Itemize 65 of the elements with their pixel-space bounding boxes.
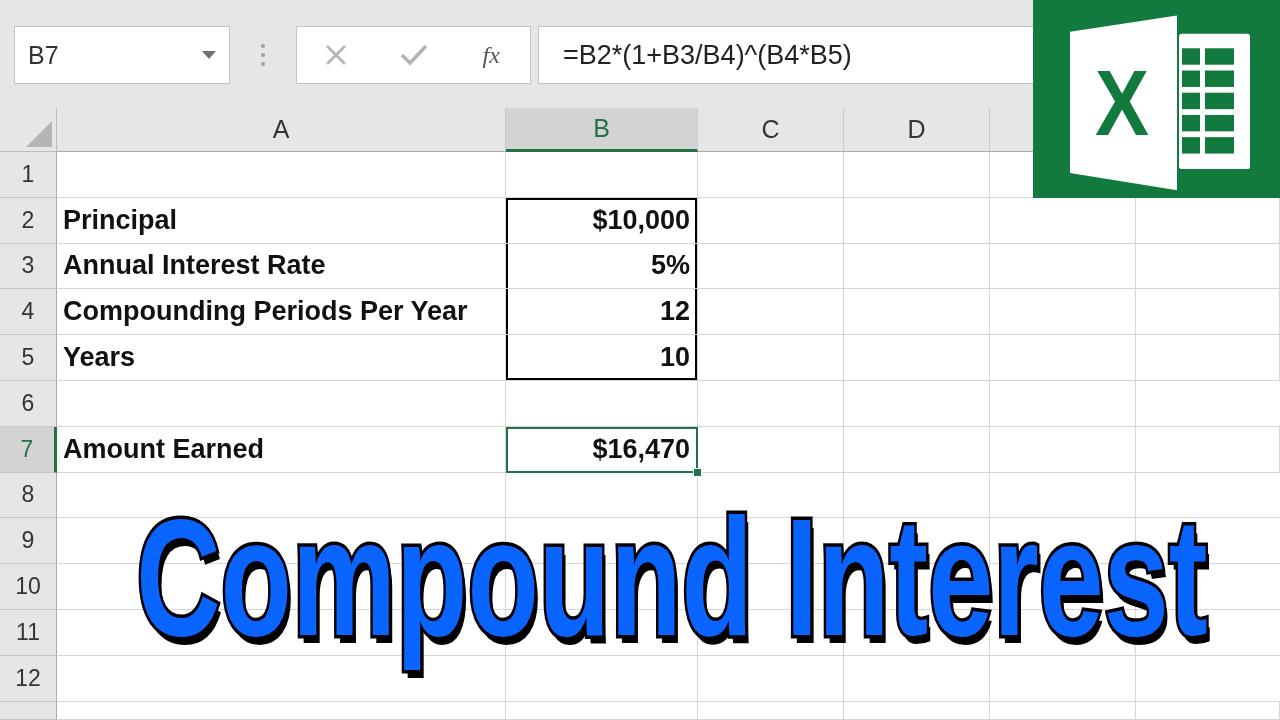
spreadsheet-cell[interactable] — [990, 289, 1136, 336]
spreadsheet-cell[interactable] — [990, 701, 1136, 720]
row-header[interactable]: 10 — [0, 564, 57, 610]
select-all-button[interactable] — [0, 108, 57, 152]
row-header[interactable]: 5 — [0, 335, 57, 381]
spreadsheet-cell[interactable] — [844, 197, 990, 244]
column-header[interactable] — [990, 108, 1033, 152]
row-header[interactable]: 6 — [0, 381, 57, 427]
spreadsheet-cell[interactable] — [1136, 335, 1280, 381]
spreadsheet-cell[interactable] — [57, 152, 506, 198]
spreadsheet-cell[interactable] — [506, 152, 698, 198]
caret-icon[interactable] — [202, 51, 216, 59]
spreadsheet-cell[interactable] — [698, 701, 844, 720]
spreadsheet-cell[interactable] — [698, 152, 844, 198]
spreadsheet-cell[interactable] — [844, 289, 990, 336]
spreadsheet-cell[interactable] — [698, 243, 844, 290]
spreadsheet-cell[interactable] — [1136, 426, 1280, 473]
row-header[interactable]: 11 — [0, 609, 57, 656]
spreadsheet-cell[interactable]: $16,470 — [506, 426, 698, 473]
spreadsheet-cell[interactable] — [844, 152, 990, 198]
spreadsheet-cell[interactable]: 5% — [506, 243, 698, 290]
spreadsheet-cell[interactable] — [57, 701, 506, 720]
function-button[interactable]: fx — [482, 41, 500, 69]
spreadsheet-cell[interactable]: $10,000 — [506, 197, 698, 244]
column-header[interactable]: D — [844, 108, 990, 152]
spreadsheet-cell[interactable]: Principal — [57, 197, 506, 244]
spreadsheet-cell[interactable] — [698, 335, 844, 381]
spreadsheet-cell[interactable]: Amount Earned — [57, 426, 506, 473]
spreadsheet-cell[interactable] — [1136, 701, 1280, 720]
spreadsheet-logo: X — [1033, 0, 1280, 198]
spreadsheet-cell[interactable] — [990, 335, 1136, 381]
row-header[interactable]: 3 — [0, 243, 57, 290]
spreadsheet-cell[interactable]: Years — [57, 335, 506, 381]
triangle-icon — [26, 121, 52, 147]
row-header[interactable]: 4 — [0, 289, 57, 336]
spreadsheet-cell[interactable]: Compounding Periods Per Year — [57, 289, 506, 336]
spreadsheet-cell[interactable] — [698, 289, 844, 336]
spreadsheet-cell[interactable] — [698, 197, 844, 244]
column-header[interactable]: A — [57, 108, 506, 152]
row-header[interactable]: 1 — [0, 152, 57, 198]
spreadsheet-cell[interactable]: 10 — [506, 335, 698, 381]
row-header[interactable]: 7 — [0, 426, 57, 473]
spreadsheet-cell[interactable]: Annual Interest Rate — [57, 243, 506, 290]
row-header[interactable]: 8 — [0, 472, 57, 519]
check-icon[interactable] — [399, 44, 428, 66]
row-header[interactable]: 9 — [0, 518, 57, 565]
formula-field[interactable]: =B2*(1+B3/B4)^(B4*B5) — [538, 26, 1033, 84]
column-header[interactable]: B — [506, 108, 698, 152]
name-box[interactable]: B7 — [14, 26, 230, 84]
row-header[interactable]: 12 — [0, 655, 57, 702]
spreadsheet-cell[interactable] — [1136, 289, 1280, 336]
fill-handle-icon[interactable] — [693, 467, 702, 477]
spreadsheet-cell[interactable] — [844, 426, 990, 473]
close-icon[interactable] — [324, 44, 347, 66]
spreadsheet-cell[interactable] — [990, 243, 1136, 290]
spreadsheet-cell[interactable] — [990, 426, 1136, 473]
row-header[interactable]: 2 — [0, 197, 57, 244]
spreadsheet-cell[interactable] — [844, 701, 990, 720]
vertical-dots-icon — [261, 44, 265, 66]
spreadsheet-cell[interactable]: 12 — [506, 289, 698, 336]
spreadsheet-cell[interactable] — [844, 335, 990, 381]
spreadsheet-cell[interactable] — [1136, 243, 1280, 290]
column-header[interactable]: C — [698, 108, 844, 152]
spreadsheet-cell[interactable] — [844, 243, 990, 290]
spreadsheet-cell[interactable] — [506, 701, 698, 720]
